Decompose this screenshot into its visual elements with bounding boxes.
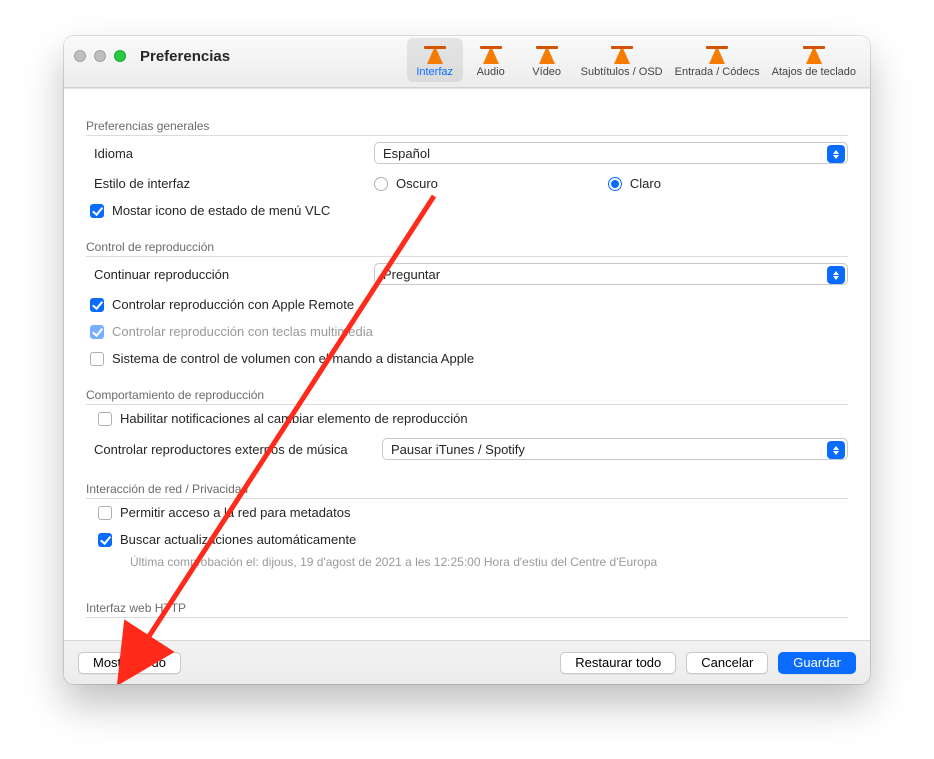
cancel-button[interactable]: Cancelar — [686, 652, 768, 674]
prefs-toolbar: Interfaz Audio Vídeo Subtítulos / OSD En… — [407, 38, 862, 82]
show-menu-icon-label: Mostar icono de estado de menú VLC — [112, 203, 330, 218]
checkbox-icon — [98, 412, 112, 426]
media-keys-label: Controlar reproducción con teclas multim… — [112, 324, 373, 339]
tab-audio-label: Audio — [477, 66, 505, 78]
external-players-value: Pausar iTunes / Spotify — [391, 442, 525, 457]
radio-icon — [374, 177, 388, 191]
section-playback-behavior-title: Comportamiento de reproducción — [86, 382, 848, 405]
show-menu-icon-checkbox[interactable]: Mostar icono de estado de menú VLC — [86, 197, 848, 224]
allow-metadata-checkbox[interactable]: Permitir acceso a la red para metadatos — [86, 499, 848, 526]
tab-subtitles-label: Subtítulos / OSD — [581, 66, 663, 78]
titlebar: Preferencias Interfaz Audio Vídeo Subtít… — [64, 36, 870, 88]
checkbox-icon — [90, 352, 104, 366]
tab-video[interactable]: Vídeo — [519, 38, 575, 82]
section-network-privacy-title: Interacción de red / Privacidad — [86, 476, 848, 499]
apple-remote-label: Controlar reproducción con Apple Remote — [112, 297, 354, 312]
tab-hotkeys[interactable]: Atajos de teclado — [766, 38, 862, 82]
checkbox-icon — [90, 298, 104, 312]
tab-audio[interactable]: Audio — [463, 38, 519, 82]
cone-icon — [702, 40, 732, 64]
tab-input-codecs-label: Entrada / Códecs — [675, 66, 760, 78]
section-http-title: Interfaz web HTTP — [86, 595, 848, 618]
interface-style-label: Estilo de interfaz — [94, 176, 374, 191]
save-button[interactable]: Guardar — [778, 652, 856, 674]
continue-playback-select[interactable]: Preguntar — [374, 263, 848, 285]
continue-playback-value: Preguntar — [383, 267, 440, 282]
chevron-updown-icon — [827, 441, 845, 459]
window-controls — [74, 50, 126, 62]
tab-video-label: Vídeo — [532, 66, 561, 78]
cone-icon — [420, 40, 450, 64]
show-all-button[interactable]: Mostrar todo — [78, 652, 181, 674]
zoom-icon[interactable] — [114, 50, 126, 62]
apple-remote-checkbox[interactable]: Controlar reproducción con Apple Remote — [86, 291, 848, 318]
allow-metadata-label: Permitir acceso a la red para metadatos — [120, 505, 351, 520]
checkbox-icon — [90, 325, 104, 339]
cone-icon — [607, 40, 637, 64]
apple-volume-label: Sistema de control de volumen con el man… — [112, 351, 474, 366]
section-playback-control-title: Control de reproducción — [86, 234, 848, 257]
style-dark-radio[interactable]: Oscuro — [374, 176, 438, 191]
tab-hotkeys-label: Atajos de teclado — [772, 66, 856, 78]
style-light-label: Claro — [630, 176, 661, 191]
radio-icon — [608, 177, 622, 191]
cone-icon — [476, 40, 506, 64]
language-value: Español — [383, 146, 430, 161]
chevron-updown-icon — [827, 145, 845, 163]
continue-playback-label: Continuar reproducción — [94, 267, 374, 282]
style-dark-label: Oscuro — [396, 176, 438, 191]
tab-subtitles[interactable]: Subtítulos / OSD — [575, 38, 669, 82]
window-title: Preferencias — [140, 48, 230, 65]
preferences-window: Preferencias Interfaz Audio Vídeo Subtít… — [64, 36, 870, 684]
auto-updates-checkbox[interactable]: Buscar actualizaciones automáticamente — [86, 526, 848, 553]
media-keys-checkbox: Controlar reproducción con teclas multim… — [86, 318, 848, 345]
section-general-title: Preferencias generales — [86, 113, 848, 136]
apple-volume-checkbox[interactable]: Sistema de control de volumen con el man… — [86, 345, 848, 372]
checkbox-icon — [98, 506, 112, 520]
language-label: Idioma — [94, 146, 374, 161]
restore-all-button[interactable]: Restaurar todo — [560, 652, 676, 674]
auto-updates-label: Buscar actualizaciones automáticamente — [120, 532, 356, 547]
minimize-icon[interactable] — [94, 50, 106, 62]
last-check-hint: Última comprobación el: dijous, 19 d'ago… — [86, 553, 848, 577]
chevron-updown-icon — [827, 266, 845, 284]
content-scroll[interactable]: Preferencias generales Idioma Español Es… — [64, 89, 870, 640]
style-light-radio[interactable]: Claro — [608, 176, 661, 191]
checkbox-icon — [90, 204, 104, 218]
external-players-label: Controlar reproductores externos de músi… — [94, 442, 382, 457]
cone-icon — [532, 40, 562, 64]
language-select[interactable]: Español — [374, 142, 848, 164]
cone-icon — [799, 40, 829, 64]
tab-input-codecs[interactable]: Entrada / Códecs — [669, 38, 766, 82]
close-icon[interactable] — [74, 50, 86, 62]
notifications-label: Habilitar notificaciones al cambiar elem… — [120, 411, 468, 426]
external-players-select[interactable]: Pausar iTunes / Spotify — [382, 438, 848, 460]
footer: Mostrar todo Restaurar todo Cancelar Gua… — [64, 640, 870, 684]
notifications-checkbox[interactable]: Habilitar notificaciones al cambiar elem… — [86, 405, 848, 432]
checkbox-icon — [98, 533, 112, 547]
tab-interface[interactable]: Interfaz — [407, 38, 463, 82]
tab-interface-label: Interfaz — [416, 66, 453, 78]
